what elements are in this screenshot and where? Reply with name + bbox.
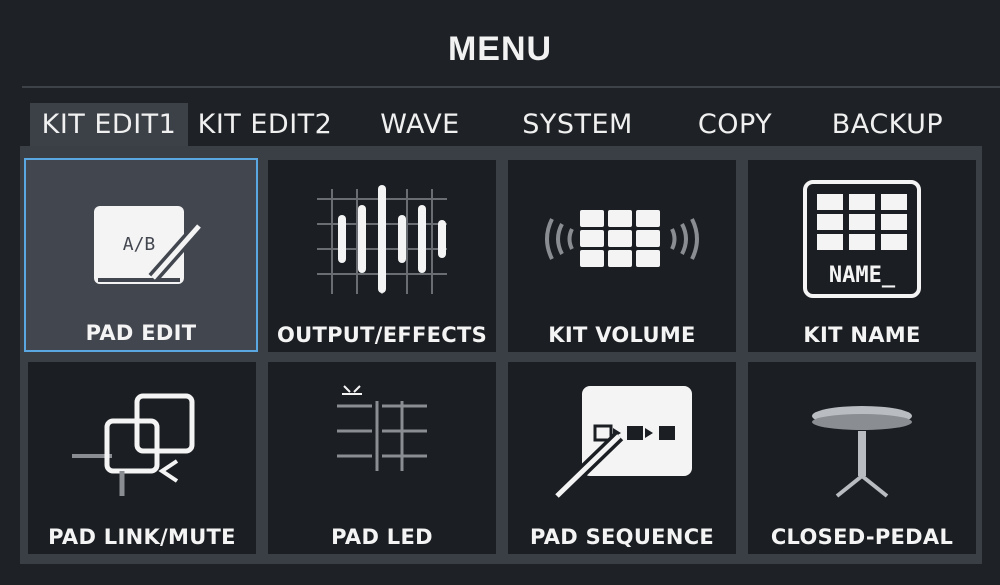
tab-bar: KIT EDIT1 KIT EDIT2 WAVE SYSTEM COPY BAC…	[30, 103, 985, 146]
tile-label: KIT NAME	[803, 323, 921, 347]
page-title: MENU	[447, 30, 553, 68]
tile-label: CLOSED-PEDAL	[770, 525, 954, 549]
kit-name-icon-text: NAME_	[829, 263, 896, 288]
kit-name-tile[interactable]: NAME_ KIT NAME	[748, 160, 976, 352]
tile-label: OUTPUT/EFFECTS	[276, 323, 488, 347]
closed-pedal-tile[interactable]: CLOSED-PEDAL	[748, 362, 976, 554]
tile-label: KIT VOLUME	[548, 323, 696, 347]
tab-kit-edit2[interactable]: KIT EDIT2	[190, 103, 340, 146]
pad-edit-tile[interactable]: A/B PAD EDIT	[24, 158, 258, 352]
pad-sequence-icon	[552, 386, 692, 501]
output-effects-tile[interactable]: OUTPUT/EFFECTS	[268, 160, 496, 352]
tile-label: PAD LED	[331, 525, 433, 549]
pad-sequence-tile[interactable]: PAD SEQUENCE	[508, 362, 736, 554]
pad-led-tile[interactable]: PAD LED	[268, 362, 496, 554]
tile-label: PAD EDIT	[85, 321, 197, 345]
pad-edit-icon-text: A/B	[123, 234, 156, 255]
kit-name-icon: NAME_	[803, 180, 921, 298]
closed-pedal-icon	[812, 406, 912, 498]
tab-wave[interactable]: WAVE	[360, 103, 480, 146]
title-divider	[22, 86, 1000, 88]
tab-backup[interactable]: BACKUP	[820, 103, 955, 146]
pad-led-icon	[337, 385, 427, 471]
pad-link-mute-icon	[72, 393, 195, 496]
kit-volume-tile[interactable]: KIT VOLUME	[508, 160, 736, 352]
menu-grid: A/B PAD EDIT OUTPUT/EFFECTS KIT VOLUME N…	[20, 146, 982, 564]
output-effects-icon	[317, 185, 447, 294]
tab-copy[interactable]: COPY	[675, 103, 795, 146]
pad-edit-icon: A/B	[94, 206, 204, 284]
tab-system[interactable]: SYSTEM	[505, 103, 650, 146]
tile-label: PAD LINK/MUTE	[48, 525, 236, 549]
pad-link-mute-tile[interactable]: PAD LINK/MUTE	[28, 362, 256, 554]
kit-volume-icon	[545, 210, 699, 267]
tab-kit-edit1[interactable]: KIT EDIT1	[30, 103, 188, 146]
tile-label: PAD SEQUENCE	[529, 525, 715, 549]
